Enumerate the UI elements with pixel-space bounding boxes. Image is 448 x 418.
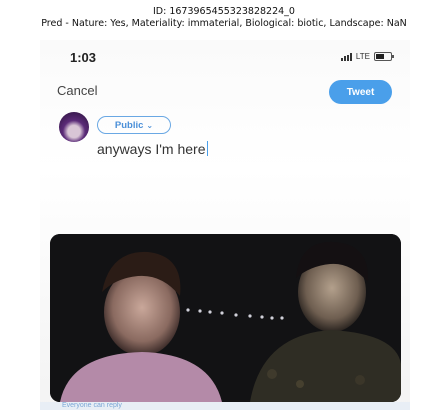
chevron-down-icon: ⌄ (146, 120, 154, 130)
attached-photo[interactable] (50, 234, 401, 402)
photo-image (50, 234, 401, 402)
status-indicators: LTE (340, 52, 394, 61)
caption-id: ID: 1673965455323828224_0 (153, 6, 295, 17)
cancel-button[interactable]: Cancel (57, 83, 97, 98)
avatar[interactable] (59, 112, 89, 142)
audience-selector[interactable]: Public ⌄ (97, 116, 171, 134)
image-caption: ID: 1673965455323828224_0 Pred - Nature:… (0, 6, 448, 30)
battery-icon (374, 52, 394, 61)
text-caret (206, 141, 208, 156)
caption-prediction: Pred - Nature: Yes, Materiality: immater… (41, 18, 407, 29)
tweet-text: anyways I'm here (97, 141, 206, 157)
reply-setting-label[interactable]: Everyone can reply (62, 402, 122, 409)
status-time: 1:03 (70, 50, 97, 65)
tweet-button[interactable]: Tweet (329, 80, 392, 104)
tweet-text-input[interactable]: anyways I'm here (97, 141, 208, 157)
signal-icon (340, 52, 352, 61)
phone-screen: 1:03 LTE Cancel Tweet Public ⌄ anyways I… (40, 40, 410, 410)
audience-label: Public (114, 119, 144, 131)
network-label: LTE (355, 52, 370, 61)
